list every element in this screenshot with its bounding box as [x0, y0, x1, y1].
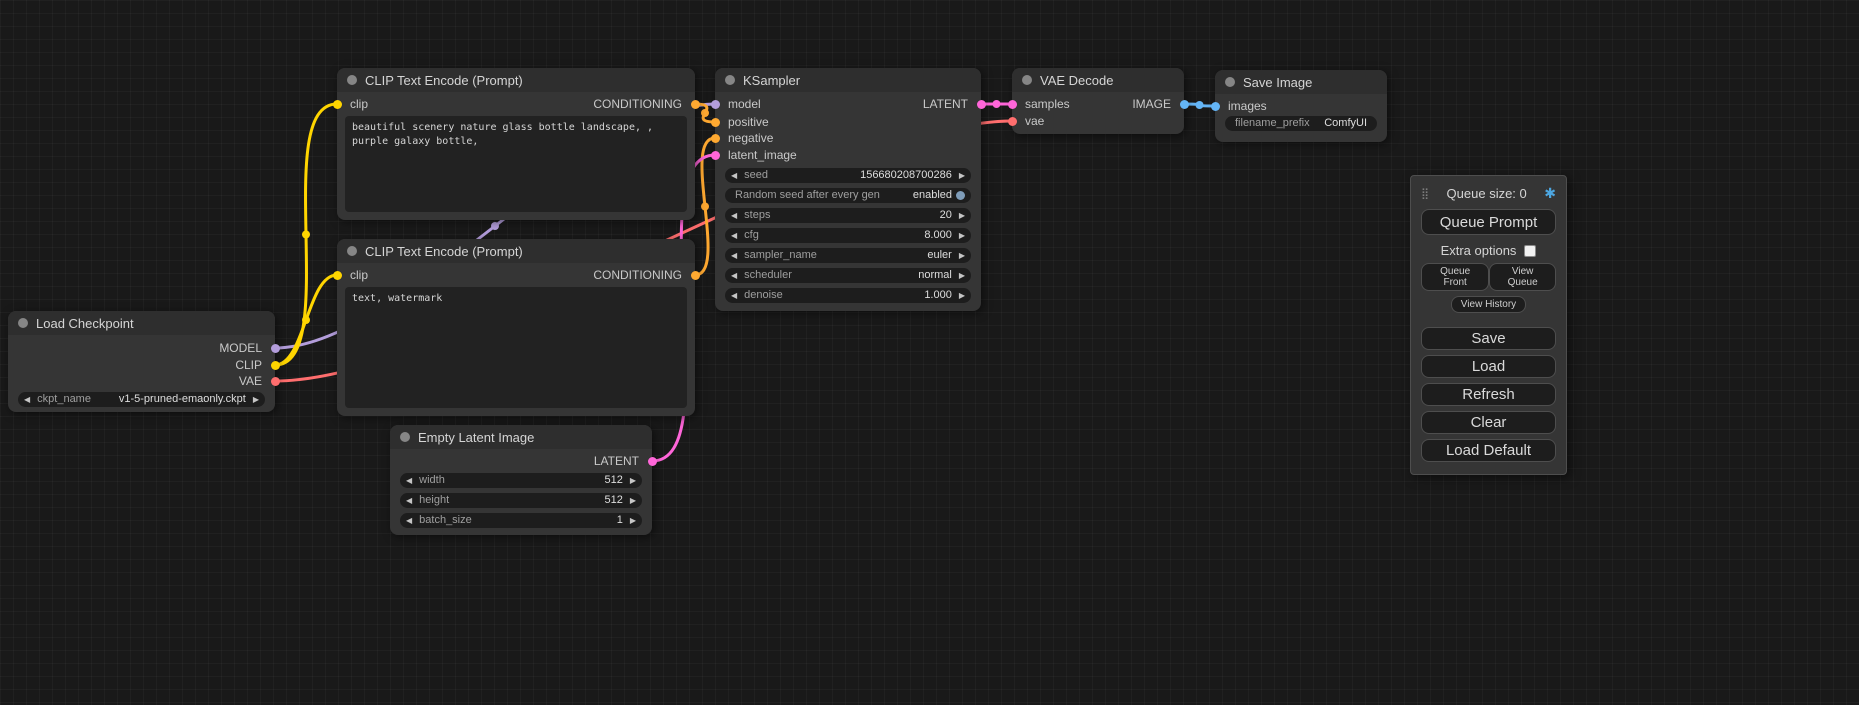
- input-slot-vae[interactable]: [1008, 117, 1017, 126]
- node-clip-text-encode-positive[interactable]: CLIP Text Encode (Prompt) clip CONDITION…: [337, 68, 695, 220]
- node-title: Load Checkpoint: [36, 316, 134, 331]
- collapse-dot-icon[interactable]: [1225, 77, 1235, 87]
- widget-sampler-name[interactable]: ◀ sampler_name euler ▶: [725, 248, 971, 263]
- toggle-dot-icon[interactable]: [956, 191, 965, 200]
- next-option-arrow-icon[interactable]: ▶: [959, 268, 965, 283]
- node-clip-text-encode-negative[interactable]: CLIP Text Encode (Prompt) clip CONDITION…: [337, 239, 695, 416]
- node-load-checkpoint[interactable]: Load Checkpoint MODEL CLIP VAE ◀ ckpt_na…: [8, 311, 275, 412]
- widget-random-seed-toggle[interactable]: Random seed after every gen enabled: [725, 188, 971, 203]
- widget-steps[interactable]: ◀ steps 20 ▶: [725, 208, 971, 223]
- node-ksampler[interactable]: KSampler model LATENT positive negative …: [715, 68, 981, 311]
- increment-arrow-icon[interactable]: ▶: [630, 493, 636, 508]
- collapse-dot-icon[interactable]: [400, 432, 410, 442]
- output-slot-latent[interactable]: [648, 457, 657, 466]
- collapse-dot-icon[interactable]: [1022, 75, 1032, 85]
- increment-arrow-icon[interactable]: ▶: [630, 513, 636, 528]
- increment-arrow-icon[interactable]: ▶: [630, 473, 636, 488]
- prompt-text-area[interactable]: beautiful scenery nature glass bottle la…: [345, 116, 687, 212]
- output-slot-latent[interactable]: [977, 100, 986, 109]
- increment-arrow-icon[interactable]: ▶: [959, 228, 965, 243]
- drag-handle-icon[interactable]: ⣿: [1421, 187, 1429, 200]
- widget-width[interactable]: ◀ width 512 ▶: [400, 473, 642, 488]
- prompt-text-area[interactable]: text, watermark: [345, 287, 687, 408]
- decrement-arrow-icon[interactable]: ◀: [731, 168, 737, 183]
- prev-option-arrow-icon[interactable]: ◀: [731, 248, 737, 263]
- queue-prompt-button[interactable]: Queue Prompt: [1421, 209, 1556, 235]
- decrement-arrow-icon[interactable]: ◀: [731, 228, 737, 243]
- view-history-button[interactable]: View History: [1451, 296, 1526, 313]
- widget-denoise[interactable]: ◀ denoise 1.000 ▶: [725, 288, 971, 303]
- collapse-dot-icon[interactable]: [18, 318, 28, 328]
- link-midpoint-dot: [302, 231, 310, 239]
- output-slot-clip[interactable]: [271, 361, 280, 370]
- node-title: KSampler: [743, 73, 800, 88]
- link-midpoint-dot: [701, 203, 709, 211]
- increment-arrow-icon[interactable]: ▶: [959, 168, 965, 183]
- decrement-arrow-icon[interactable]: ◀: [406, 473, 412, 488]
- collapse-dot-icon[interactable]: [347, 75, 357, 85]
- collapse-dot-icon[interactable]: [725, 75, 735, 85]
- node-vae-decode[interactable]: VAE Decode samples IMAGE vae: [1012, 68, 1184, 134]
- node-save-image[interactable]: Save Image images filename_prefix ComfyU…: [1215, 70, 1387, 142]
- link-midpoint-dot: [491, 222, 499, 230]
- queue-front-button[interactable]: Queue Front: [1421, 263, 1489, 291]
- node-title: CLIP Text Encode (Prompt): [365, 244, 523, 259]
- node-title: Empty Latent Image: [418, 430, 534, 445]
- input-slot-negative[interactable]: [711, 134, 720, 143]
- decrement-arrow-icon[interactable]: ◀: [731, 208, 737, 223]
- link-midpoint-dot: [701, 109, 709, 117]
- output-slot-conditioning[interactable]: [691, 100, 700, 109]
- load-button[interactable]: Load: [1421, 355, 1556, 378]
- widget-ckpt-name[interactable]: ◀ ckpt_name v1-5-pruned-emaonly.ckpt ▶: [18, 392, 265, 407]
- node-title: Save Image: [1243, 75, 1312, 90]
- collapse-dot-icon[interactable]: [347, 246, 357, 256]
- input-slot-latent-image[interactable]: [711, 151, 720, 160]
- output-slot-model[interactable]: [271, 344, 280, 353]
- extra-options-checkbox[interactable]: [1524, 245, 1536, 257]
- output-slot-image[interactable]: [1180, 100, 1189, 109]
- input-slot-positive[interactable]: [711, 118, 720, 127]
- decrement-arrow-icon[interactable]: ◀: [24, 392, 30, 407]
- save-button[interactable]: Save: [1421, 327, 1556, 350]
- link-wire: [275, 104, 337, 365]
- input-slot-samples[interactable]: [1008, 100, 1017, 109]
- node-title: VAE Decode: [1040, 73, 1113, 88]
- decrement-arrow-icon[interactable]: ◀: [406, 493, 412, 508]
- node-title: CLIP Text Encode (Prompt): [365, 73, 523, 88]
- widget-cfg[interactable]: ◀ cfg 8.000 ▶: [725, 228, 971, 243]
- widget-batch-size[interactable]: ◀ batch_size 1 ▶: [400, 513, 642, 528]
- decrement-arrow-icon[interactable]: ◀: [406, 513, 412, 528]
- increment-arrow-icon[interactable]: ▶: [959, 288, 965, 303]
- queue-size-label: Queue size: 0: [1429, 186, 1544, 201]
- widget-scheduler[interactable]: ◀ scheduler normal ▶: [725, 268, 971, 283]
- widget-height[interactable]: ◀ height 512 ▶: [400, 493, 642, 508]
- link-midpoint-dot: [993, 100, 1001, 108]
- output-slot-conditioning[interactable]: [691, 271, 700, 280]
- link-midpoint-dot: [302, 316, 310, 324]
- widget-seed[interactable]: ◀ seed 156680208700286 ▶: [725, 168, 971, 183]
- link-wire: [275, 275, 337, 365]
- increment-arrow-icon[interactable]: ▶: [253, 392, 259, 407]
- refresh-button[interactable]: Refresh: [1421, 383, 1556, 406]
- clear-button[interactable]: Clear: [1421, 411, 1556, 434]
- queue-menu-panel[interactable]: ⣿ Queue size: 0 ✱ Queue Prompt Extra opt…: [1410, 175, 1567, 475]
- input-slot-images[interactable]: [1211, 102, 1220, 111]
- next-option-arrow-icon[interactable]: ▶: [959, 248, 965, 263]
- graph-canvas[interactable]: Load Checkpoint MODEL CLIP VAE ◀ ckpt_na…: [0, 0, 1859, 705]
- extra-options-label: Extra options: [1441, 243, 1517, 258]
- widget-filename-prefix[interactable]: filename_prefix ComfyUI: [1225, 116, 1377, 131]
- node-empty-latent-image[interactable]: Empty Latent Image LATENT ◀ width 512 ▶ …: [390, 425, 652, 535]
- output-slot-vae[interactable]: [271, 377, 280, 386]
- decrement-arrow-icon[interactable]: ◀: [731, 288, 737, 303]
- input-slot-clip[interactable]: [333, 100, 342, 109]
- prev-option-arrow-icon[interactable]: ◀: [731, 268, 737, 283]
- settings-gear-icon[interactable]: ✱: [1544, 185, 1556, 202]
- increment-arrow-icon[interactable]: ▶: [959, 208, 965, 223]
- link-midpoint-dot: [1196, 101, 1204, 109]
- input-slot-clip[interactable]: [333, 271, 342, 280]
- input-slot-model[interactable]: [711, 100, 720, 109]
- view-queue-button[interactable]: View Queue: [1489, 263, 1556, 291]
- load-default-button[interactable]: Load Default: [1421, 439, 1556, 462]
